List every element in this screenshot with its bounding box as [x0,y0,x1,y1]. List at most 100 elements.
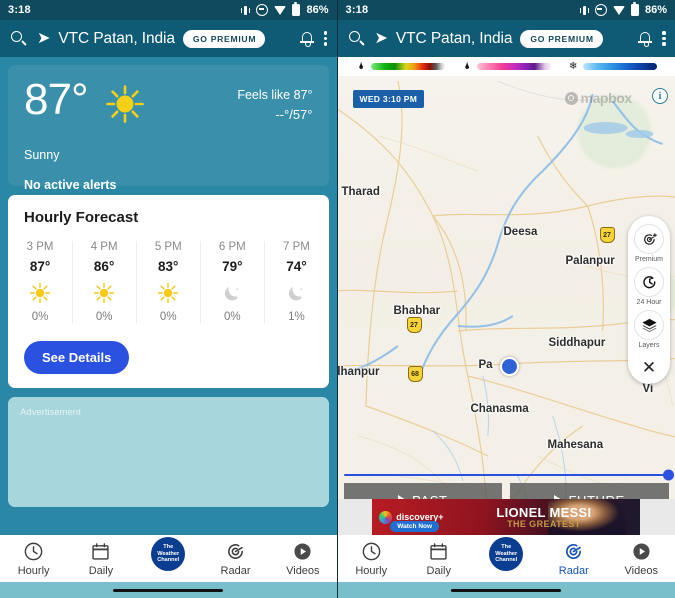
legend-snow[interactable]: ❄ [568,60,657,72]
calendar-icon [90,541,111,562]
hour-time: 5 PM [154,241,182,253]
go-premium-button[interactable]: GO PREMIUM [182,29,266,48]
mix-gradient [476,63,551,70]
nav-label: Videos [286,564,320,577]
rain-icon: 🌢 [358,60,365,72]
nav-item-radar[interactable]: Radar [545,541,603,577]
hour-time: 4 PM [90,241,118,253]
notification-bell-icon[interactable] [638,30,653,47]
nav-item-videos[interactable]: Videos [612,541,670,577]
watch-now-button[interactable]: Watch Now [390,521,440,532]
close-icon[interactable]: ✕ [642,359,656,376]
map-label: Siddhapur [548,337,606,349]
location-title[interactable]: VTC Patan, India [396,30,513,48]
hour-precip: 0% [31,311,49,323]
see-details-button[interactable]: See Details [24,341,130,374]
nav-label: Videos [624,564,658,577]
more-vertical-icon[interactable] [662,31,666,46]
hourly-forecast-card: Hourly Forecast 3 PM 87° 0% 4 PM 86° 0% … [8,195,329,388]
map-control-layers[interactable]: Layers [634,310,664,349]
wifi-icon [612,5,625,15]
map-label: Pa [478,359,493,371]
right-phone-screen: 3:18 86% ➤ VTC Patan, India GO PREMIUM 🌢 [336,0,675,598]
gesture-bar[interactable] [0,582,337,598]
snowflake-icon: ❄ [569,60,578,72]
nav-item-radar[interactable]: Radar [207,541,265,577]
status-bar-time: 3:18 [8,4,31,16]
nav-label: Radar [558,564,589,577]
mix-icon: 🌢 [464,60,471,72]
navigation-arrow-icon: ➤ [374,29,388,47]
map-label: Chanasma [470,403,529,415]
hourly-column[interactable]: 5 PM 83° 0% [136,239,200,325]
nav-item-daily[interactable]: Daily [72,541,130,577]
sunny-icon [136,282,200,304]
highway-shield: 27 [406,317,422,333]
mapbox-attribution: mapbox [564,90,633,106]
nav-item-weather-channel[interactable]: The Weather Channel [139,537,197,571]
map-control-premium[interactable]: Premium [634,224,664,263]
radar-map[interactable]: WED 3:10 PM mapbox i Tharad Deesa Palanp… [337,76,675,539]
slider-track[interactable] [343,469,674,481]
legend-rain[interactable]: 🌢 [356,60,445,72]
radar-icon [563,541,584,562]
twc-logo-icon: The Weather Channel [489,537,524,571]
sunny-icon [8,282,72,304]
discovery-plus-logo-icon [379,510,393,524]
map-label: Tharad [341,186,380,198]
dual-screenshot-container: 3:18 86% ➤ VTC Patan, India GO PREMIUM 8… [0,0,675,598]
radar-timestamp-badge: WED 3:10 PM [352,90,425,108]
bottom-navigation-left: Hourly Daily The Weather Channel Radar V… [0,535,337,598]
vibrate-icon [241,5,250,15]
current-conditions-card[interactable]: 87° Feels like 87° --°/57° Sunny No acti… [8,65,329,192]
highway-shield: 68 [407,366,423,382]
snow-gradient [582,63,657,70]
premium-radar-icon [634,224,664,254]
map-control-24hour[interactable]: 24 Hour [634,267,664,306]
do-not-disturb-icon [594,4,607,16]
radar-legend-bar: 🌢 🌢 ❄ [337,57,675,76]
slider-thumb[interactable] [663,469,674,481]
nav-item-weather-channel[interactable]: The Weather Channel [477,537,535,571]
mapbox-label: mapbox [580,90,633,106]
nav-item-daily[interactable]: Daily [410,541,468,577]
legend-mix[interactable]: 🌢 [462,60,551,72]
hourly-column[interactable]: 4 PM 86° 0% [72,239,136,325]
advertisement-placeholder[interactable]: Advertisement [8,397,329,507]
search-icon[interactable] [9,29,29,49]
banner-advertisement[interactable]: discovery+ Watch Now LIONEL MESSI THE GR… [337,499,675,535]
radar-icon [225,541,246,562]
search-icon[interactable] [347,29,367,49]
feels-like-text: Feels like 87° [237,88,313,102]
go-premium-button[interactable]: GO PREMIUM [520,29,603,48]
hour-time: 7 PM [283,241,310,253]
nav-label: Daily [426,564,451,577]
gesture-bar[interactable] [337,582,675,598]
navigation-arrow-icon: ➤ [37,29,51,47]
nav-item-hourly[interactable]: Hourly [342,541,400,577]
hour-precip: 1% [288,311,305,323]
alerts-text: No active alerts [24,178,117,192]
hourly-column[interactable]: 6 PM 79° 0% [200,239,264,325]
hour-temp: 86° [93,259,115,274]
wifi-icon [274,5,287,15]
control-label: Layers [638,342,660,349]
battery-percent: 86% [306,4,329,16]
location-title[interactable]: VTC Patan, India [58,30,175,48]
app-bar-left: ➤ VTC Patan, India GO PREMIUM [0,20,337,57]
high-low-text: --°/57° [275,107,313,122]
nav-item-videos[interactable]: Videos [274,541,332,577]
more-vertical-icon[interactable] [323,31,328,46]
ad-subhead: THE GREATEST [507,518,581,529]
status-bar-left: 3:18 86% [0,0,337,20]
radar-time-slider[interactable] [338,469,675,481]
hour-temp: 83° [158,259,179,274]
map-label: Palanpur [565,255,615,267]
control-label: Premium [634,256,663,263]
hourly-column[interactable]: 7 PM 74° 1% [264,239,328,325]
hourly-column[interactable]: 3 PM 87° 0% [8,239,72,325]
nav-item-hourly[interactable]: Hourly [5,541,63,577]
notification-bell-icon[interactable] [299,30,315,47]
info-icon[interactable]: i [652,88,668,104]
clear-night-icon [264,282,328,304]
